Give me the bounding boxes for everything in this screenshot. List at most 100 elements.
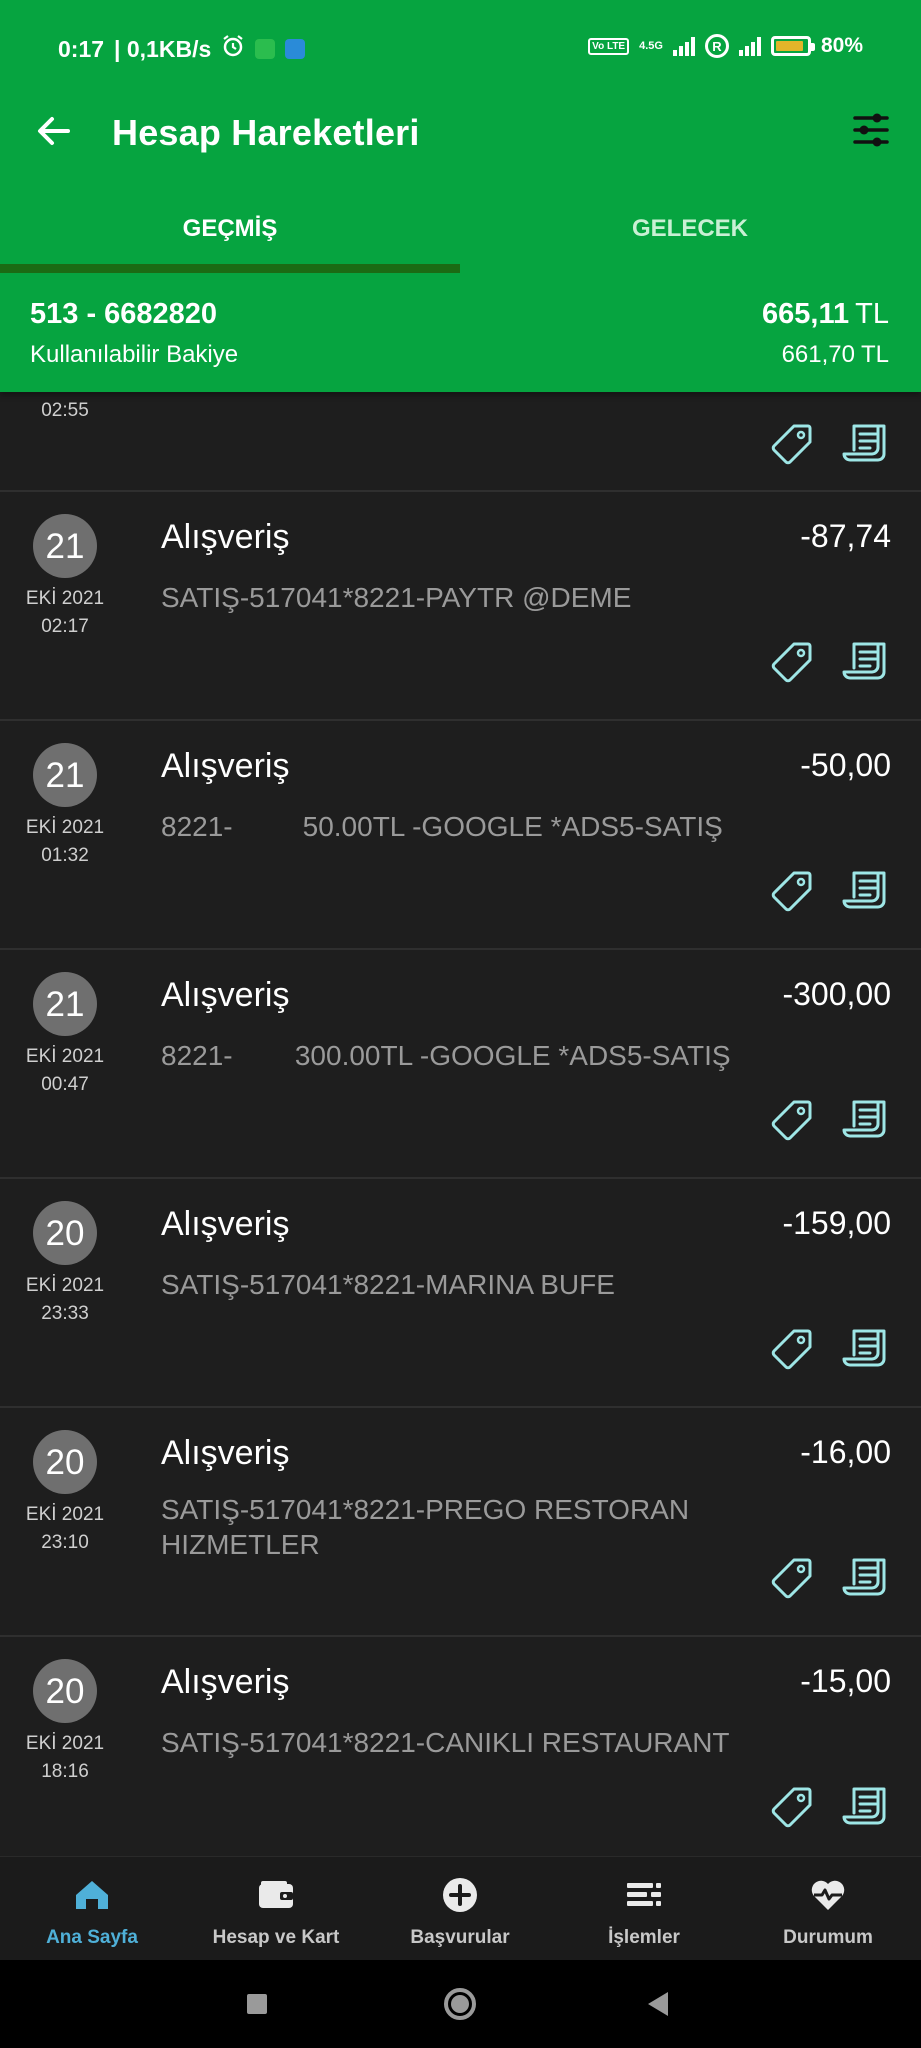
status-bar: 0:17 | 0,1KB/s Vo LTE 4.5G R 80%: [0, 0, 921, 100]
status-speed: | 0,1KB/s: [114, 35, 212, 62]
nav-label: Durumum: [783, 1927, 873, 1948]
day-badge: 20: [33, 1201, 97, 1265]
filter-sliders-icon[interactable]: [851, 110, 891, 150]
transaction-row[interactable]: 21 EKİ 2021 00:47 Alışveriş -300,00 8221…: [0, 950, 921, 1179]
balance-currency: TL: [855, 298, 889, 330]
volte-icon: Vo LTE: [588, 37, 630, 55]
transaction-time: 02:55: [41, 400, 89, 421]
tag-icon[interactable]: [770, 1098, 814, 1142]
nav-label: Başvurular: [410, 1927, 510, 1948]
back-triangle-icon[interactable]: [636, 1980, 684, 2028]
status-time: 0:17: [58, 35, 105, 62]
tag-icon[interactable]: [770, 1327, 814, 1371]
transaction-description: 8221- 300.00TL -GOOGLE *ADS5-SATIŞ: [161, 1040, 731, 1071]
receipt-icon[interactable]: [842, 422, 888, 466]
transaction-time: 18:16: [41, 1761, 89, 1782]
transaction-row[interactable]: 20 EKİ 2021 23:10 Alışveriş -16,00 SATIŞ…: [0, 1408, 921, 1637]
receipt-icon[interactable]: [842, 640, 888, 684]
available-amount: 661,70: [781, 341, 855, 368]
account-balance-card: 513 - 6682820 Kullanılabilir Bakiye 665,…: [0, 274, 921, 392]
transaction-title: Alışveriş: [161, 1205, 290, 1243]
day-badge: 21: [33, 514, 97, 578]
tag-icon[interactable]: [770, 422, 814, 466]
transaction-time: 01:32: [41, 845, 89, 866]
transaction-time: 23:10: [41, 1532, 89, 1553]
transaction-row[interactable]: 20 EKİ 2021 23:33 Alışveriş -159,00 SATI…: [0, 1179, 921, 1408]
transaction-title: Alışveriş: [161, 518, 290, 556]
home-icon: [76, 1881, 108, 1909]
receipt-icon[interactable]: [842, 1327, 888, 1371]
app-notification-icon: [285, 39, 306, 59]
wallet-icon: [259, 1881, 293, 1908]
tab-gecmis[interactable]: GEÇMİŞ: [0, 200, 460, 274]
transaction-description: SATIŞ-517041*8221-CANIKLI RESTAURANT: [161, 1727, 730, 1758]
bottom-nav: Ana Sayfa Hesap ve Kart Başvurular İşlem…: [0, 1856, 921, 1960]
nav-ana-sayfa[interactable]: Ana Sayfa: [0, 1857, 184, 1961]
signal-icon: [672, 36, 695, 56]
transaction-title: Alışveriş: [161, 1434, 290, 1472]
day-badge: 20: [33, 1659, 97, 1723]
account-number: 513 - 6682820: [30, 298, 218, 330]
transaction-amount: -16,00: [800, 1434, 891, 1470]
transaction-description: SATIŞ-517041*8221-PAYTR @DEME: [161, 582, 632, 613]
tag-icon[interactable]: [770, 1785, 814, 1829]
transaction-title: Alışveriş: [161, 976, 290, 1014]
available-balance-value: 661,70 TL: [782, 341, 889, 369]
transaction-list[interactable]: 02:55 21 EKİ 2021 02:17 Alışveriş -87,74…: [0, 392, 921, 1856]
transaction-time: 23:33: [41, 1303, 89, 1324]
nav-label: Hesap ve Kart: [212, 1927, 340, 1948]
receipt-icon[interactable]: [842, 1098, 888, 1142]
transaction-amount: -50,00: [800, 747, 891, 783]
system-nav-bar: [0, 1960, 921, 2048]
nav-durumum[interactable]: Durumum: [736, 1857, 920, 1961]
tag-icon[interactable]: [770, 640, 814, 684]
transaction-amount: -300,00: [782, 976, 891, 1012]
plus-circle-icon: [443, 1878, 477, 1912]
nav-islemler[interactable]: İşlemler: [552, 1857, 736, 1961]
balance-label: Kullanılabilir Bakiye: [30, 341, 239, 368]
transaction-description: SATIŞ-517041*8221-PREGO RESTORAN HIZMETL…: [161, 1494, 690, 1560]
receipt-icon[interactable]: [842, 1556, 888, 1600]
transaction-amount: -87,74: [800, 518, 891, 554]
transaction-time: 02:17: [41, 616, 89, 637]
app-root: 0:17 | 0,1KB/s Vo LTE 4.5G R 80% Hesap H…: [0, 0, 921, 2048]
day-badge: 21: [33, 743, 97, 807]
transaction-row[interactable]: 20 EKİ 2021 18:16 Alışveriş -15,00 SATIŞ…: [0, 1637, 921, 1856]
back-arrow-icon[interactable]: [34, 112, 72, 150]
receipt-icon[interactable]: [842, 869, 888, 913]
whatsapp-icon: [255, 39, 276, 59]
battery-icon: [770, 36, 815, 56]
tag-icon[interactable]: [770, 1556, 814, 1600]
transaction-title: Alışveriş: [161, 747, 290, 785]
tab-indicator: [0, 264, 460, 273]
transaction-row[interactable]: 21 EKİ 2021 02:17 Alışveriş -87,74 SATIŞ…: [0, 492, 921, 721]
home-circle-icon[interactable]: [436, 1980, 484, 2028]
transaction-month: EKİ 2021: [25, 1733, 105, 1754]
signal-2-icon: [738, 36, 761, 56]
receipt-icon[interactable]: [842, 1785, 888, 1829]
status-right: Vo LTE 4.5G R 80%: [588, 34, 863, 58]
transaction-row[interactable]: 02:55: [0, 392, 921, 492]
day-badge: 20: [33, 1430, 97, 1494]
nav-hesap-ve-kart[interactable]: Hesap ve Kart: [184, 1857, 368, 1961]
tab-bar: GEÇMİŞ GELECEK: [0, 200, 921, 274]
transaction-row[interactable]: 21 EKİ 2021 01:32 Alışveriş -50,00 8221-…: [0, 721, 921, 950]
recents-square-icon[interactable]: [233, 1980, 281, 2028]
header: 0:17 | 0,1KB/s Vo LTE 4.5G R 80% Hesap H…: [0, 0, 921, 392]
transaction-time: 00:47: [41, 1074, 89, 1095]
status-left: 0:17 | 0,1KB/s: [58, 34, 306, 64]
nav-label: Ana Sayfa: [46, 1927, 138, 1948]
balance-amount: 665,11: [762, 298, 850, 330]
roaming-icon: R: [704, 34, 729, 58]
day-badge: 21: [33, 972, 97, 1036]
alarm-icon: [221, 34, 245, 64]
transaction-description: SATIŞ-517041*8221-MARINA BUFE: [161, 1269, 615, 1300]
nav-basvurular[interactable]: Başvurular: [368, 1857, 552, 1961]
tab-gelecek[interactable]: GELECEK: [460, 200, 920, 274]
page-title: Hesap Hareketleri: [112, 112, 420, 153]
tag-icon[interactable]: [770, 869, 814, 913]
transaction-month: EKİ 2021: [25, 588, 105, 609]
transaction-month: EKİ 2021: [25, 817, 105, 838]
toolbar: Hesap Hareketleri: [0, 100, 921, 162]
transaction-amount: -15,00: [800, 1663, 891, 1699]
